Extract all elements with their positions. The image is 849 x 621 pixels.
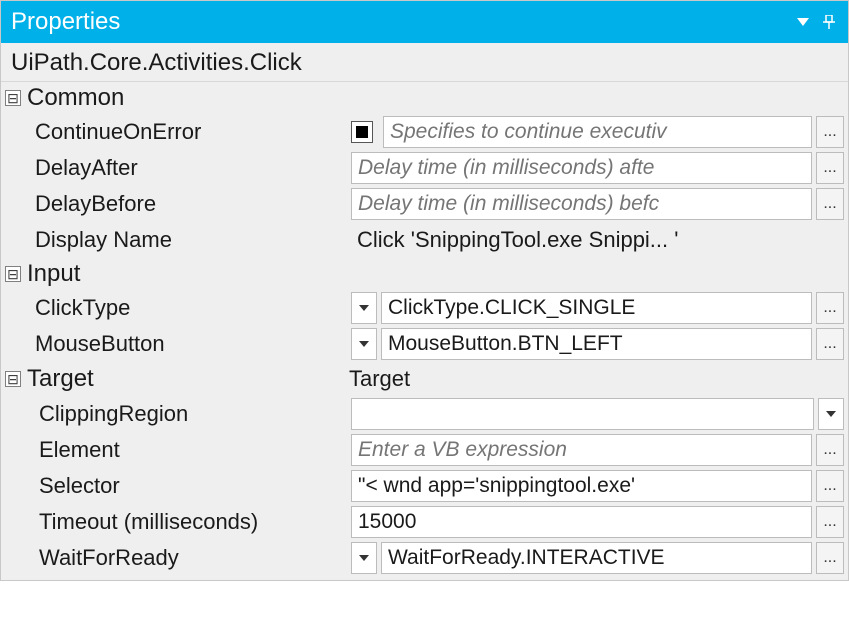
- prop-delay-after: DelayAfter ...: [1, 150, 848, 186]
- timeout-input[interactable]: [351, 506, 812, 538]
- prop-label: ClippingRegion: [31, 396, 351, 432]
- prop-delay-before: DelayBefore ...: [1, 186, 848, 222]
- properties-panel: Properties UiPath.Core.Activities.Click …: [0, 0, 849, 581]
- prop-display-name: Display Name Click 'SnippingTool.exe Sni…: [1, 222, 848, 258]
- category-input[interactable]: ⊟ Input: [1, 258, 848, 290]
- prop-wait-for-ready: WaitForReady ...: [1, 540, 848, 576]
- delay-after-input[interactable]: [351, 152, 812, 184]
- prop-mouse-button: MouseButton ...: [1, 326, 848, 362]
- category-label: Common: [27, 84, 124, 112]
- dropdown-button[interactable]: [351, 292, 377, 324]
- continue-on-error-checkbox[interactable]: [351, 121, 373, 143]
- ellipsis-button[interactable]: ...: [816, 188, 844, 220]
- panel-title: Properties: [11, 8, 120, 36]
- category-target[interactable]: ⊟ Target Target: [1, 362, 848, 396]
- dropdown-button[interactable]: [351, 328, 377, 360]
- prop-label: Element: [31, 432, 351, 468]
- category-label: Input: [27, 260, 80, 288]
- prop-label: ContinueOnError: [31, 114, 351, 150]
- prop-element: Element ...: [1, 432, 848, 468]
- ellipsis-button[interactable]: ...: [816, 152, 844, 184]
- prop-timeout: Timeout (milliseconds) ...: [1, 504, 848, 540]
- dropdown-button[interactable]: [351, 542, 377, 574]
- ellipsis-button[interactable]: ...: [816, 116, 844, 148]
- collapse-icon[interactable]: ⊟: [5, 266, 21, 282]
- continue-on-error-input[interactable]: [383, 116, 812, 148]
- dropdown-button[interactable]: [818, 398, 844, 430]
- panel-titlebar: Properties: [1, 1, 848, 43]
- activity-class-name: UiPath.Core.Activities.Click: [1, 45, 848, 82]
- mouse-button-input[interactable]: [381, 328, 812, 360]
- prop-label: MouseButton: [31, 326, 351, 362]
- dropdown-icon[interactable]: [794, 13, 812, 31]
- ellipsis-button[interactable]: ...: [816, 434, 844, 466]
- prop-clipping-region: ClippingRegion: [1, 396, 848, 432]
- target-value: Target: [349, 364, 844, 394]
- collapse-icon[interactable]: ⊟: [5, 90, 21, 106]
- prop-continue-on-error: ContinueOnError ...: [1, 114, 848, 150]
- click-type-input[interactable]: [381, 292, 812, 324]
- prop-click-type: ClickType ...: [1, 290, 848, 326]
- collapse-icon[interactable]: ⊟: [5, 371, 21, 387]
- prop-label: Selector: [31, 468, 351, 504]
- prop-label: Timeout (milliseconds): [31, 504, 351, 540]
- panel-body: UiPath.Core.Activities.Click ⊟ Common Co…: [1, 43, 848, 580]
- ellipsis-button[interactable]: ...: [816, 542, 844, 574]
- category-common[interactable]: ⊟ Common: [1, 82, 848, 114]
- prop-label: DelayAfter: [31, 150, 351, 186]
- category-label: Target: [27, 365, 349, 393]
- ellipsis-button[interactable]: ...: [816, 292, 844, 324]
- selector-input[interactable]: [351, 470, 812, 502]
- prop-label: WaitForReady: [31, 540, 351, 576]
- clipping-region-input[interactable]: [351, 398, 814, 430]
- prop-label: ClickType: [31, 290, 351, 326]
- display-name-value[interactable]: Click 'SnippingTool.exe Snippi... ': [351, 225, 844, 255]
- prop-selector: Selector ...: [1, 468, 848, 504]
- delay-before-input[interactable]: [351, 188, 812, 220]
- wait-for-ready-input[interactable]: [381, 542, 812, 574]
- ellipsis-button[interactable]: ...: [816, 470, 844, 502]
- prop-label: DelayBefore: [31, 186, 351, 222]
- ellipsis-button[interactable]: ...: [816, 328, 844, 360]
- prop-label: Display Name: [31, 222, 351, 258]
- element-input[interactable]: [351, 434, 812, 466]
- pin-icon[interactable]: [820, 13, 838, 31]
- ellipsis-button[interactable]: ...: [816, 506, 844, 538]
